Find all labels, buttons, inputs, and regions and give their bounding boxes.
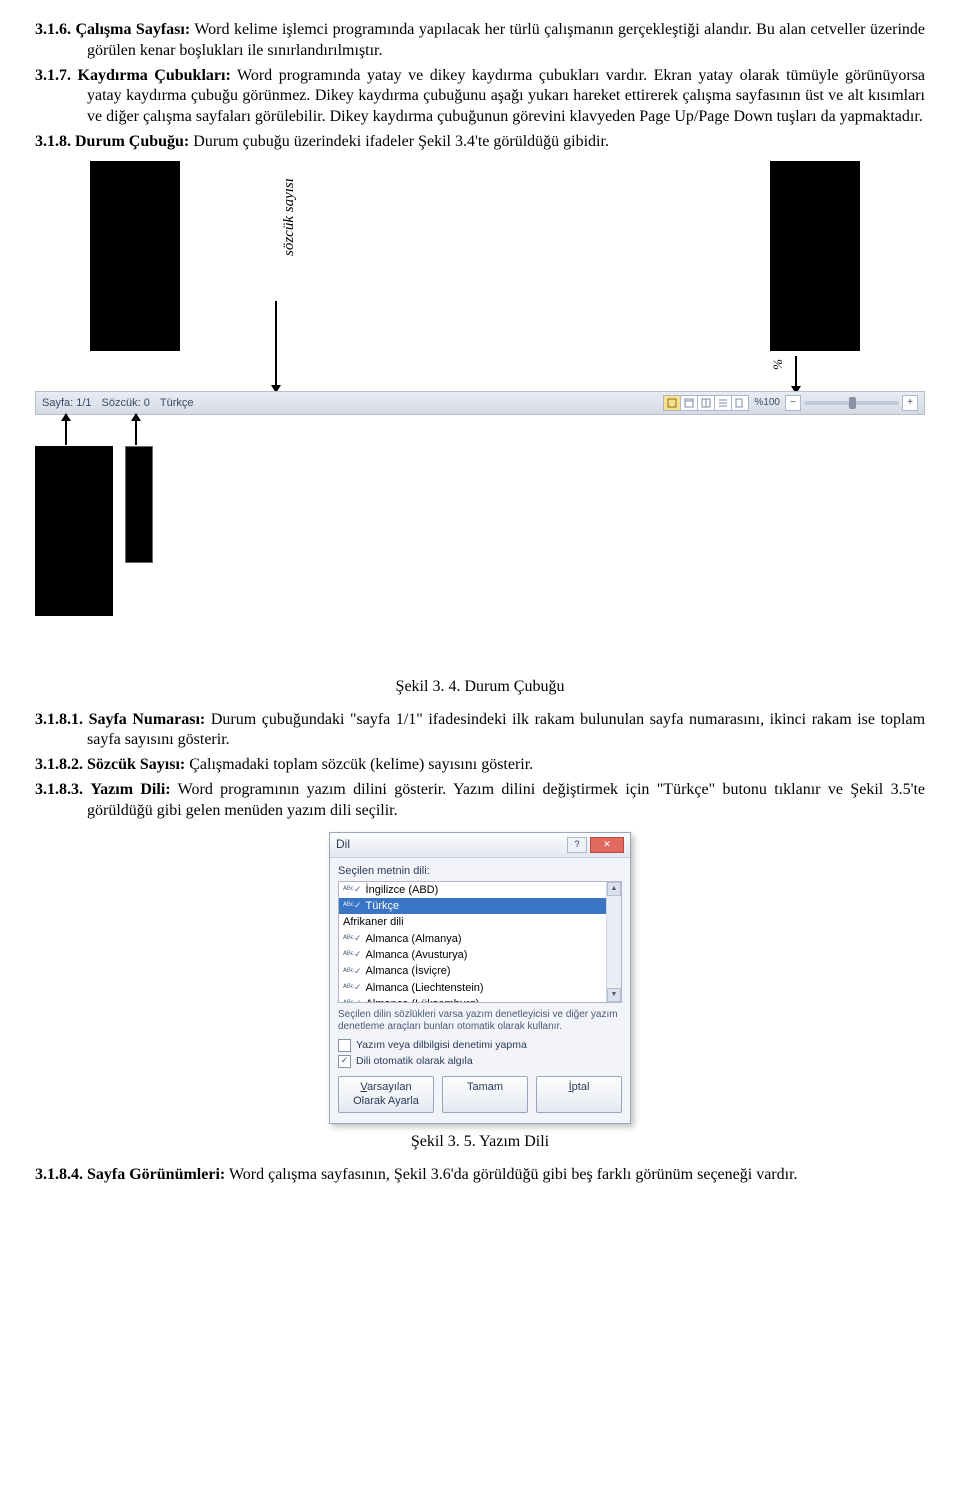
list-item: ᴬᴮᶜ✓Almanca (Liechtenstein) bbox=[339, 980, 621, 996]
status-wordcount[interactable]: Sözcük: 0 bbox=[102, 396, 150, 410]
list-item: ᴬᴮᶜ✓Almanca (Almanya) bbox=[339, 931, 621, 947]
dialog-field-label: Seçilen metnin dili: bbox=[338, 864, 622, 878]
section-num: 3.1.8.4. bbox=[35, 1166, 83, 1183]
section-num: 3.1.8.1. bbox=[35, 711, 83, 728]
section-text: Word kelime işlemci programında yapılaca… bbox=[87, 21, 925, 59]
section-text: Durum çubuğundaki "sayfa 1/1" ifadesinde… bbox=[87, 711, 925, 749]
listbox-scrollbar[interactable]: ▲ ▼ bbox=[606, 882, 621, 1002]
arrow-down-icon bbox=[275, 301, 277, 387]
word-status-bar: Sayfa: 1/1 Sözcük: 0 Türkçe %100 − + bbox=[35, 391, 925, 415]
redaction-box bbox=[35, 446, 113, 616]
figure-caption-text: Şekil 3. 5. Yazım Dili bbox=[411, 1133, 549, 1150]
spellcheck-icon: ᴬᴮᶜ✓ bbox=[343, 949, 362, 961]
section-3183: 3.1.8.3. Yazım Dili: Word programının ya… bbox=[35, 780, 925, 822]
figure-35-region: Dil ? ✕ Seçilen metnin dili: ᴬᴮᶜ✓İngiliz… bbox=[35, 832, 925, 1124]
figure-caption-text: Şekil 3. 4. Durum Çubuğu bbox=[396, 678, 565, 695]
zoom-percentage[interactable]: %100 bbox=[752, 396, 782, 409]
redaction-box bbox=[125, 446, 153, 563]
list-item: ᴬᴮᶜ✓Almanca (İsviçre) bbox=[339, 963, 621, 979]
checkbox-autodetect[interactable]: ✓ Dili otomatik olarak algıla bbox=[338, 1055, 622, 1069]
section-num: 3.1.6. bbox=[35, 21, 71, 38]
spellcheck-icon: ᴬᴮᶜ✓ bbox=[343, 966, 362, 978]
section-316: 3.1.6. Çalışma Sayfası: Word kelime işle… bbox=[35, 20, 925, 62]
scroll-down-button[interactable]: ▼ bbox=[607, 988, 621, 1002]
section-text: Çalışmadaki toplam sözcük (kelime) sayıs… bbox=[189, 756, 533, 773]
view-print-layout-button[interactable] bbox=[664, 396, 681, 410]
section-num: 3.1.8.3. bbox=[35, 781, 83, 798]
spellcheck-icon: ᴬᴮᶜ✓ bbox=[343, 900, 362, 912]
percent-label: % bbox=[770, 359, 787, 370]
section-title: Kaydırma Çubukları: bbox=[78, 67, 231, 84]
status-page[interactable]: Sayfa: 1/1 bbox=[42, 396, 92, 410]
section-num: 3.1.7. bbox=[35, 67, 71, 84]
arrow-down-icon bbox=[795, 356, 797, 388]
section-3181: 3.1.8.1. Sayfa Numarası: Durum çubuğunda… bbox=[35, 710, 925, 752]
zoom-slider[interactable] bbox=[804, 401, 899, 405]
redaction-box bbox=[770, 161, 860, 351]
section-text: Word programının yazım dilini gösterir. … bbox=[87, 781, 925, 819]
language-dialog: Dil ? ✕ Seçilen metnin dili: ᴬᴮᶜ✓İngiliz… bbox=[329, 832, 631, 1124]
section-3182: 3.1.8.2. Sözcük Sayısı: Çalışmadaki topl… bbox=[35, 755, 925, 776]
view-draft-button[interactable] bbox=[732, 396, 748, 410]
zoom-out-button[interactable]: − bbox=[785, 395, 801, 411]
view-web-button[interactable] bbox=[698, 396, 715, 410]
section-text: Word çalışma sayfasının, Şekil 3.6'da gö… bbox=[229, 1166, 798, 1183]
spellcheck-icon: ᴬᴮᶜ✓ bbox=[343, 998, 362, 1003]
view-mode-buttons bbox=[663, 395, 749, 411]
section-title: Çalışma Sayfası: bbox=[75, 21, 190, 38]
status-language[interactable]: Türkçe bbox=[160, 396, 194, 410]
set-default-button[interactable]: Varsayılan Olarak Ayarla bbox=[338, 1076, 434, 1113]
list-item-selected: ᴬᴮᶜ✓Türkçe bbox=[339, 898, 621, 914]
dialog-titlebar: Dil ? ✕ bbox=[330, 833, 630, 858]
section-318: 3.1.8. Durum Çubuğu: Durum çubuğu üzerin… bbox=[35, 132, 925, 153]
scroll-up-button[interactable]: ▲ bbox=[607, 882, 621, 896]
list-item: ᴬᴮᶜ✓Almanca (Avusturya) bbox=[339, 947, 621, 963]
list-item: ᴬᴮᶜ✓İngilizce (ABD) bbox=[339, 882, 621, 898]
spellcheck-icon: ᴬᴮᶜ✓ bbox=[343, 884, 362, 896]
section-title: Sözcük Sayısı: bbox=[87, 756, 185, 773]
list-item: ᴬᴮᶜ✓Almanca (Lüksemburg) bbox=[339, 996, 621, 1003]
section-title: Durum Çubuğu: bbox=[75, 133, 189, 150]
dialog-help-button[interactable]: ? bbox=[567, 837, 587, 853]
zoom-in-button[interactable]: + bbox=[902, 395, 918, 411]
view-fullscreen-button[interactable] bbox=[681, 396, 698, 410]
arrow-up-icon bbox=[65, 419, 67, 445]
section-3184: 3.1.8.4. Sayfa Görünümleri: Word çalışma… bbox=[35, 1165, 925, 1186]
ok-button[interactable]: Tamam bbox=[442, 1076, 528, 1113]
language-listbox[interactable]: ᴬᴮᶜ✓İngilizce (ABD) ᴬᴮᶜ✓Türkçe Afrikaner… bbox=[338, 881, 622, 1003]
section-317: 3.1.7. Kaydırma Çubukları: Word programı… bbox=[35, 66, 925, 128]
zoom-slider-thumb[interactable] bbox=[849, 397, 856, 409]
list-item: Afrikaner dili bbox=[339, 914, 621, 930]
spellcheck-icon: ᴬᴮᶜ✓ bbox=[343, 982, 362, 994]
checkbox-no-spellcheck[interactable]: Yazım veya dilbilgisi denetimi yapma bbox=[338, 1039, 622, 1053]
arrow-up-icon bbox=[135, 419, 137, 445]
section-title: Sayfa Numarası: bbox=[89, 711, 206, 728]
dialog-note: Seçilen dilin sözlükleri varsa yazım den… bbox=[338, 1009, 622, 1033]
checkbox-icon[interactable] bbox=[338, 1039, 351, 1052]
dialog-close-button[interactable]: ✕ bbox=[590, 837, 624, 853]
wordcount-label: sözcük sayısı bbox=[280, 178, 300, 256]
figure-34-region: sözcük sayısı % Sayfa: 1/1 Sözcük: 0 Tür… bbox=[35, 161, 925, 671]
spellcheck-icon: ᴬᴮᶜ✓ bbox=[343, 933, 362, 945]
cancel-button[interactable]: İptal bbox=[536, 1076, 622, 1113]
figure-35-caption: Şekil 3. 5. Yazım Dili bbox=[35, 1132, 925, 1153]
section-num: 3.1.8.2. bbox=[35, 756, 83, 773]
section-title: Sayfa Görünümleri: bbox=[87, 1166, 225, 1183]
section-title: Yazım Dili: bbox=[90, 781, 170, 798]
checkbox-checked-icon[interactable]: ✓ bbox=[338, 1055, 351, 1068]
dialog-title: Dil bbox=[336, 837, 350, 853]
checkbox-label: Dili otomatik olarak algıla bbox=[356, 1055, 473, 1069]
redaction-box bbox=[90, 161, 180, 351]
section-num: 3.1.8. bbox=[35, 133, 71, 150]
section-text: Durum çubuğu üzerindeki ifadeler Şekil 3… bbox=[193, 133, 609, 150]
view-outline-button[interactable] bbox=[715, 396, 732, 410]
checkbox-label: Yazım veya dilbilgisi denetimi yapma bbox=[356, 1039, 527, 1053]
figure-34-caption: Şekil 3. 4. Durum Çubuğu bbox=[35, 677, 925, 698]
